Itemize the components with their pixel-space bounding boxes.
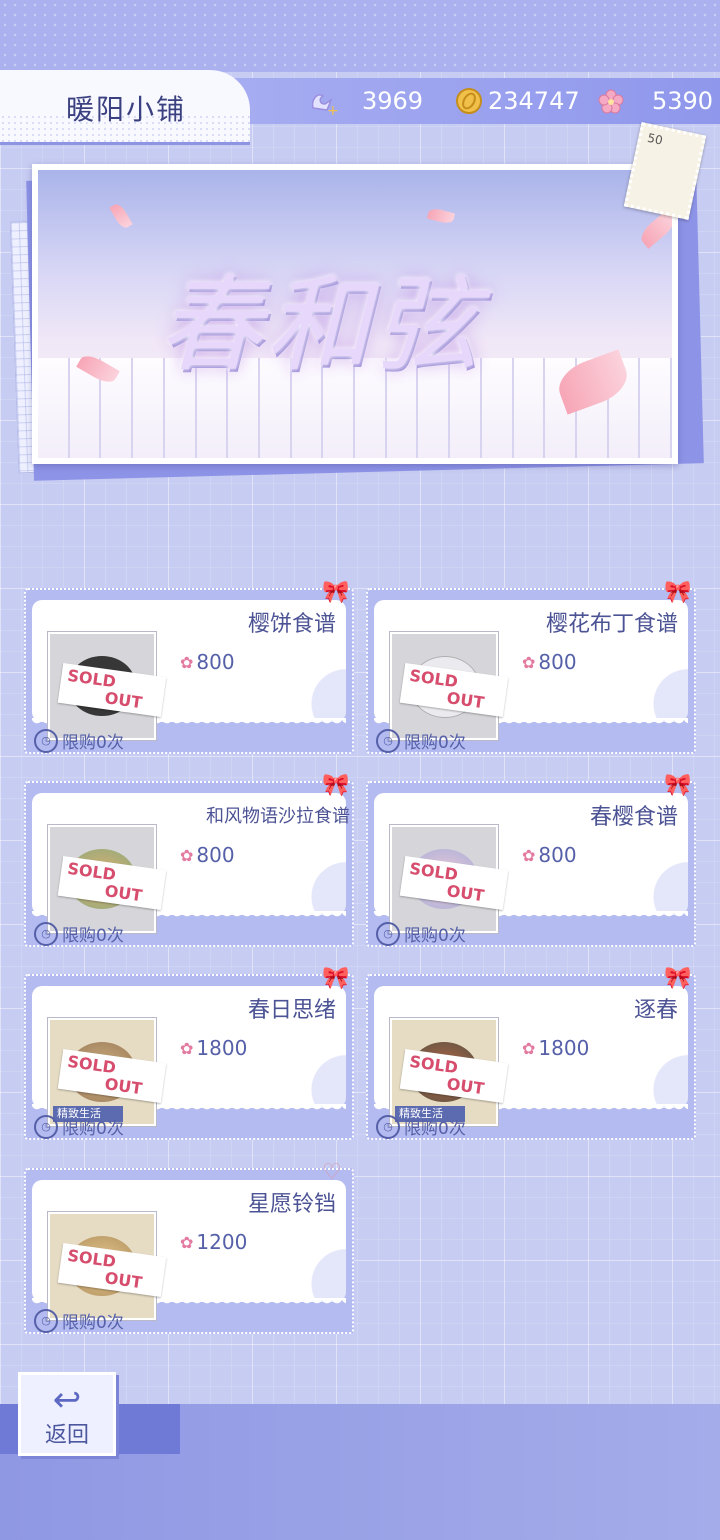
back-button[interactable]: ↩ 返回	[18, 1372, 116, 1456]
swan-plus-icon: +	[306, 84, 340, 118]
sakura-ticket-icon: ✿	[180, 1038, 194, 1058]
item-list[interactable]: 🎀 SOLD OUT 樱饼食谱 ✿ 800 ◷ 限购0次 🎀 SOLD OUT 樱花布丁…	[24, 548, 696, 1348]
item-price: ✿ 1800	[180, 1036, 248, 1060]
item-thumbnail: SOLD OUT	[390, 825, 509, 933]
banner-artwork: 春和弦	[38, 170, 672, 458]
back-button-label: 返回	[44, 1423, 89, 1448]
svg-text:+: +	[327, 103, 339, 116]
currency-swan[interactable]: + 3969	[306, 84, 423, 118]
item-thumbnail: SOLD OUT	[390, 632, 509, 740]
purchase-limit: ◷ 限购0次	[376, 1114, 466, 1139]
shop-header: 暖阳小铺 + 3969 234747 5390	[0, 70, 720, 146]
item-card[interactable]: 🎀 SOLD OUT 樱饼食谱 ✿ 800 ◷ 限购0次	[24, 580, 354, 756]
item-name: 逐春	[633, 998, 678, 1023]
item-price: ✿ 800	[522, 650, 577, 674]
item-name: 樱饼食谱	[247, 612, 336, 637]
banner-title: 春和弦	[158, 264, 483, 386]
sakura-ticket-icon: ✿	[522, 1038, 536, 1058]
item-card[interactable]: ♡ SOLD OUT 星愿铃铛 ✿ 1200 ◷ 限购0次	[24, 1160, 354, 1336]
ribbon-icon: 🎀	[322, 580, 350, 605]
item-name: 星愿铃铛	[247, 1192, 336, 1217]
sakura-ticket-icon: ✿	[180, 652, 194, 672]
item-thumbnail: SOLD OUT	[48, 1212, 167, 1320]
clock-icon: ◷	[376, 1114, 400, 1139]
sold-out-tag: SOLD OUT	[399, 1048, 509, 1104]
item-price: ✿ 800	[522, 843, 577, 867]
sold-out-tag: SOLD OUT	[57, 1048, 167, 1104]
sold-out-tag: SOLD OUT	[57, 855, 167, 911]
purchase-limit: ◷ 限购0次	[34, 921, 124, 946]
item-price: ✿ 800	[180, 650, 235, 674]
sakura-ticket-icon: ✿	[522, 845, 536, 865]
ribbon-icon: 🎀	[322, 966, 350, 991]
clock-icon: ◷	[376, 921, 400, 946]
item-thumbnail: SOLD OUT	[48, 632, 167, 740]
ribbon-icon: 🎀	[664, 773, 692, 798]
currency-sakura-value: 5390	[652, 87, 714, 115]
sold-out-tag: SOLD OUT	[399, 855, 509, 911]
item-thumbnail: SOLD OUT	[48, 825, 167, 933]
currency-sakura[interactable]: 5390	[594, 84, 713, 118]
item-thumbnail: SOLD OUT 精致生活	[48, 1018, 167, 1126]
ribbon-icon: 🎀	[664, 966, 692, 991]
purchase-limit: ◷ 限购0次	[34, 1308, 124, 1333]
currency-gold[interactable]: 234747	[452, 84, 580, 118]
clock-icon: ◷	[34, 921, 58, 946]
item-name: 和风物语沙拉食谱	[206, 806, 350, 827]
top-strip	[0, 0, 720, 72]
item-card[interactable]: 🎀 SOLD OUT 樱花布丁食谱 ✿ 800 ◷ 限购0次	[366, 580, 696, 756]
currency-gold-value: 234747	[488, 87, 580, 115]
item-name: 春日思绪	[247, 998, 336, 1023]
sakura-ticket-icon: ✿	[180, 845, 194, 865]
event-banner[interactable]: 春和弦	[32, 164, 678, 464]
item-card[interactable]: 🎀 SOLD OUT 和风物语沙拉食谱 ✿ 800 ◷ 限购0次	[24, 773, 354, 949]
item-name: 春樱食谱	[589, 805, 678, 830]
ribbon-icon: 🎀	[322, 773, 350, 798]
sakura-ticket-icon: ✿	[522, 652, 536, 672]
sold-out-tag: SOLD OUT	[57, 662, 167, 718]
gold-coin-icon	[452, 84, 486, 118]
item-card[interactable]: 🎀 SOLD OUT 精致生活 逐春 ✿ 1800 ◷ 限购0次	[366, 966, 696, 1142]
heart-ribbon-icon: ♡	[322, 1160, 342, 1185]
purchase-limit: ◷ 限购0次	[376, 921, 466, 946]
sold-out-tag: SOLD OUT	[57, 1242, 167, 1298]
item-card[interactable]: 🎀 SOLD OUT 精致生活 春日思绪 ✿ 1800 ◷ 限购0次	[24, 966, 354, 1142]
item-price: ✿ 1800	[522, 1036, 590, 1060]
shop-title: 暖阳小铺	[66, 93, 187, 126]
item-thumbnail: SOLD OUT 精致生活	[390, 1018, 509, 1126]
item-price: ✿ 1200	[180, 1230, 248, 1254]
sakura-ticket-icon: ✿	[180, 1232, 194, 1252]
currency-swan-value: 3969	[362, 87, 424, 115]
clock-icon: ◷	[376, 728, 400, 753]
item-card[interactable]: 🎀 SOLD OUT 春樱食谱 ✿ 800 ◷ 限购0次	[366, 773, 696, 949]
purchase-limit: ◷ 限购0次	[34, 1114, 124, 1139]
stamp-value: 50	[646, 130, 664, 148]
petal-icon	[426, 206, 456, 226]
petal-icon	[109, 201, 133, 231]
event-banner-area: 春和弦	[9, 158, 704, 481]
purchase-limit: ◷ 限购0次	[376, 728, 466, 753]
return-arrow-icon: ↩	[52, 1380, 82, 1420]
purchase-limit: ◷ 限购0次	[34, 728, 124, 753]
item-price: ✿ 800	[180, 843, 235, 867]
item-name: 樱花布丁食谱	[545, 612, 678, 637]
clock-icon: ◷	[34, 1114, 58, 1139]
sakura-ticket-icon	[594, 84, 628, 118]
clock-icon: ◷	[34, 728, 58, 753]
ribbon-icon: 🎀	[664, 580, 692, 605]
sold-out-tag: SOLD OUT	[399, 662, 509, 718]
clock-icon: ◷	[34, 1308, 58, 1333]
